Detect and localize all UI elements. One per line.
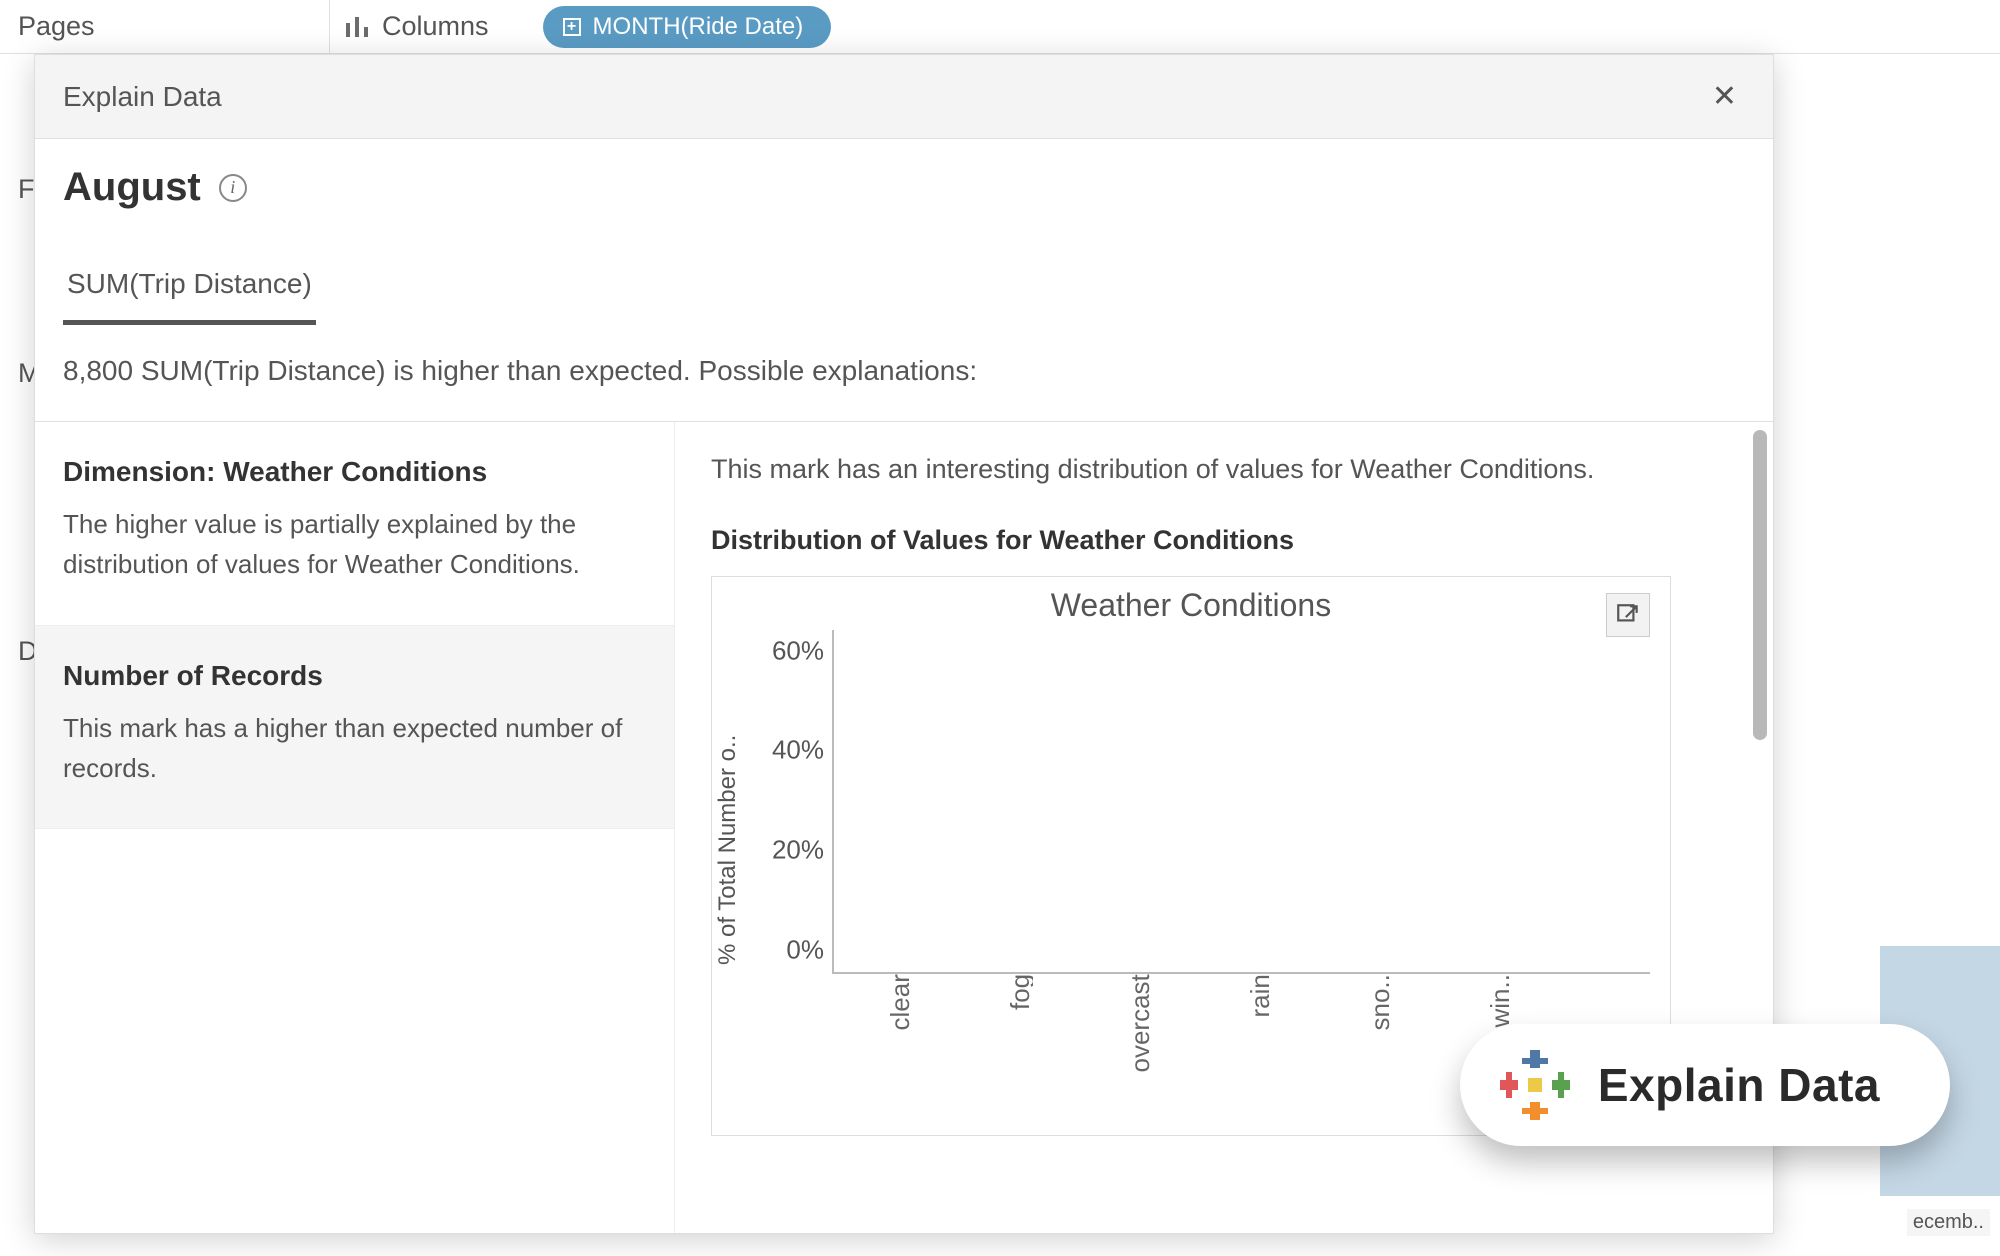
explanations-list: Dimension: Weather Conditions The higher… [35,422,675,1233]
explanation-desc: This mark has a higher than expected num… [63,708,646,789]
y-tick: 60% [772,635,824,666]
explanation-title: Number of Records [63,660,646,692]
y-tick: 0% [786,934,824,965]
info-icon[interactable]: i [219,174,247,202]
tableau-logo-icon [1500,1050,1570,1120]
pages-columns-row: Pages Columns + MONTH(Ride Date) [0,0,2000,54]
x-tick-label: clear [885,974,913,1030]
selected-mark-title: August [63,165,201,210]
y-axis-label: % of Total Number o.. [712,630,752,1070]
chart-plot-area: clearfogovercastrainsno..win.. [832,630,1650,974]
chart-inner-title: Weather Conditions [712,587,1670,624]
columns-shelf-label: Columns [382,11,489,42]
summary-text: 8,800 SUM(Trip Distance) is higher than … [63,325,1745,421]
y-tick: 40% [772,735,824,766]
detail-label-truncated: D [0,636,38,667]
close-icon[interactable]: ✕ [1704,75,1745,118]
dialog-header: Explain Data ✕ [35,55,1773,139]
explanation-desc: The higher value is partially explained … [63,504,646,585]
explain-data-badge: Explain Data [1460,1024,1950,1146]
measure-tab[interactable]: SUM(Trip Distance) [63,252,316,325]
x-tick-label: overcast [1125,974,1153,1072]
pill-text: MONTH(Ride Date) [593,13,804,41]
pages-shelf-label: Pages [0,0,330,53]
dialog-summary-section: August i SUM(Trip Distance) 8,800 SUM(Tr… [35,139,1773,422]
detail-intro-text: This mark has an interesting distributio… [711,454,1749,485]
x-tick-label: fog [1005,974,1033,1010]
explanation-card-records[interactable]: Number of Records This mark has a higher… [35,626,674,830]
month-ride-date-pill[interactable]: + MONTH(Ride Date) [543,6,832,48]
x-tick-label: sno.. [1365,974,1393,1030]
expand-icon: + [563,18,581,36]
x-tick-label: win.. [1485,974,1513,1027]
detail-chart-title: Distribution of Values for Weather Condi… [711,525,1749,556]
scrollbar-thumb[interactable] [1753,430,1767,740]
x-tick-label: rain [1245,974,1273,1017]
explanation-card-weather[interactable]: Dimension: Weather Conditions The higher… [35,422,674,626]
y-axis-ticks: 60% 40% 20% 0% [752,630,832,974]
badge-text: Explain Data [1598,1058,1880,1112]
dialog-title: Explain Data [63,81,222,113]
columns-icon [346,17,368,37]
y-tick: 20% [772,835,824,866]
background-december-label: ecemb.. [1907,1209,1990,1236]
explanation-title: Dimension: Weather Conditions [63,456,646,488]
